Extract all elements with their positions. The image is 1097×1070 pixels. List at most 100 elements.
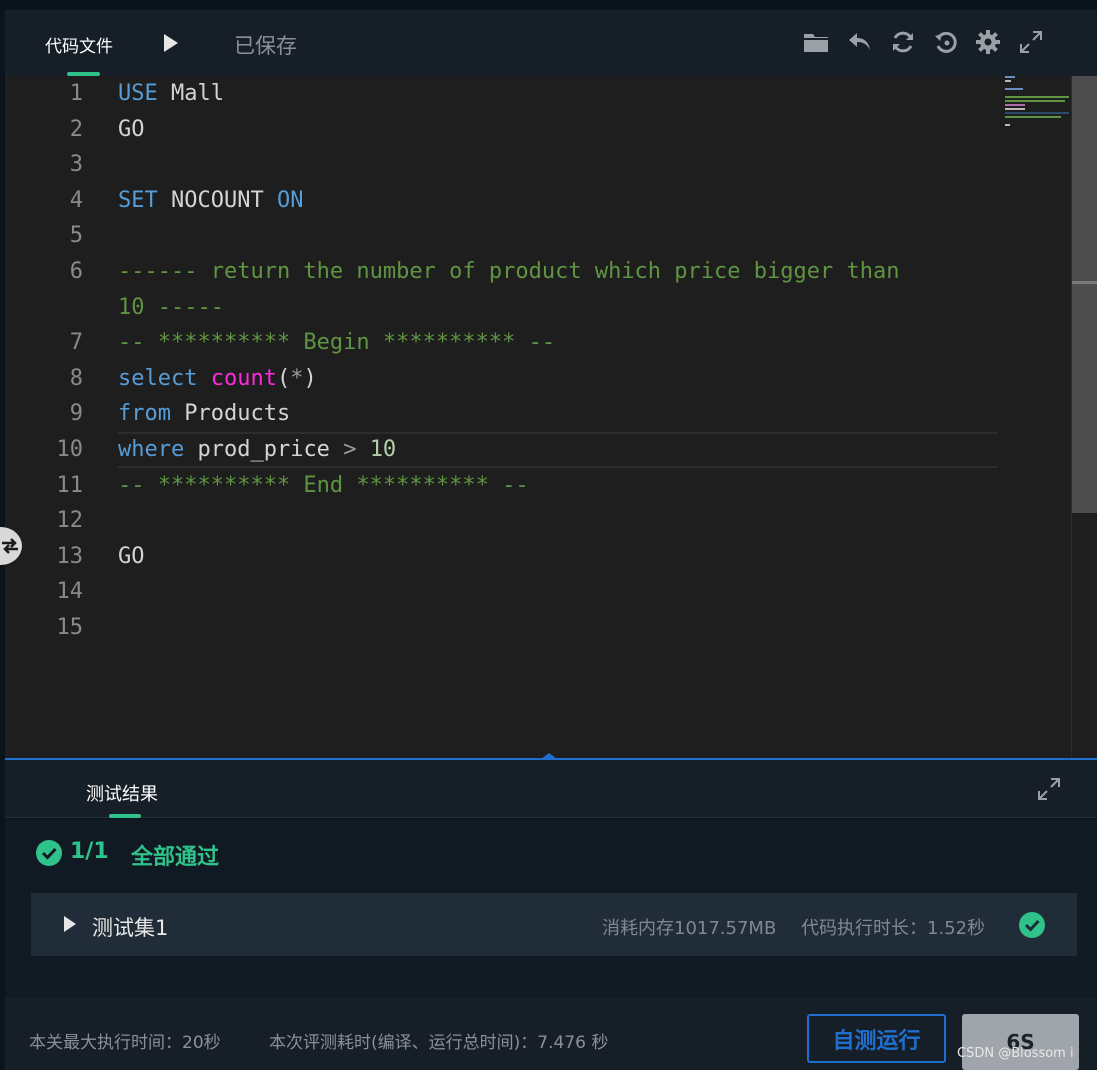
tab-code-file[interactable]: 代码文件 — [45, 32, 113, 57]
pass-count: 1/1 — [70, 839, 109, 864]
code-line[interactable]: 9 from Products — [5, 396, 1005, 432]
code-text: -- ********** Begin ********** -- — [118, 325, 555, 361]
testset-row[interactable]: 测试集1 消耗内存1017.57MB 代码执行时长：1.52秒 — [31, 893, 1077, 956]
line-number: 6 — [69, 259, 83, 284]
line-number: 14 — [56, 579, 84, 604]
results-header: 测试结果 — [5, 760, 1097, 818]
code-text: 10 ----- — [118, 290, 224, 326]
play-icon[interactable] — [161, 32, 181, 54]
settings-icon[interactable] — [974, 28, 1002, 56]
line-number: 10 — [56, 437, 84, 462]
code-token: from — [118, 401, 171, 426]
line-number: 5 — [69, 223, 83, 248]
undo-icon[interactable] — [846, 28, 874, 56]
code-token: Products — [170, 401, 291, 426]
code-token: 10 ----- — [118, 295, 224, 320]
max-exec-time: 本关最大执行时间：20秒 — [29, 1033, 221, 1053]
refresh-icon[interactable] — [889, 28, 917, 56]
line-number: 13 — [56, 544, 84, 569]
watermark: CSDN @Blossom i — [957, 1046, 1074, 1061]
code-token: ( — [276, 366, 291, 391]
swap-arrows-icon — [2, 538, 18, 554]
code-token: Mall — [157, 81, 224, 106]
expand-icon[interactable] — [1036, 776, 1062, 802]
code-line[interactable]: 1 USE Mall — [5, 76, 1005, 112]
code-token: ) — [303, 366, 317, 391]
pass-status: 全部通过 — [131, 845, 220, 870]
testset-memory: 消耗内存1017.57MB — [602, 918, 777, 939]
code-token: select — [118, 366, 198, 391]
caret-right-icon[interactable] — [63, 915, 77, 937]
code-line[interactable]: 5 — [5, 218, 1005, 254]
code-line[interactable]: 10 where prod_price > 10 — [5, 432, 1005, 468]
total-eval-time: 本次评测耗时(编译、运行总时间)：7.476 秒 — [269, 1033, 609, 1053]
line-number: 12 — [56, 508, 84, 533]
code-line[interactable]: 6 ------ return the number of product whi… — [5, 254, 1005, 290]
code-token: -- ********** Begin ********** -- — [118, 330, 556, 355]
results-tab-indicator — [109, 814, 141, 818]
save-status: 已保存 — [234, 34, 297, 58]
footer-bar: 本关最大执行时间：20秒 本次评测耗时(编译、运行总时间)：7.476 秒 自测… — [5, 997, 1097, 1070]
line-number: 11 — [56, 473, 84, 498]
code-line[interactable]: 14 — [5, 574, 1005, 610]
vertical-scrollbar[interactable] — [1072, 76, 1097, 513]
code-line[interactable]: 4 SET NOCOUNT ON — [5, 183, 1005, 219]
code-text: GO — [118, 539, 145, 575]
results-body: 1/1 全部通过 测试集1 消耗内存1017.57MB 代码执行时长：1.52秒 — [5, 819, 1097, 997]
line-number: 3 — [69, 152, 83, 177]
folder-icon[interactable] — [802, 28, 830, 56]
code-token: 10 — [369, 437, 397, 462]
code-text: -- ********** End ********** -- — [118, 468, 529, 504]
code-token: SET — [118, 188, 158, 213]
line-number: 9 — [69, 401, 83, 426]
fullscreen-icon[interactable] — [1017, 28, 1045, 56]
editor-toolbar: 代码文件 已保存 — [5, 10, 1097, 76]
line-number: 2 — [69, 117, 83, 142]
code-line[interactable]: 10 ----- — [5, 290, 1005, 326]
line-number: 15 — [56, 615, 84, 640]
code-token: where — [118, 437, 185, 462]
minimap[interactable] — [1003, 76, 1071, 146]
code-text: GO — [118, 112, 145, 148]
code-token: > — [343, 437, 357, 462]
code-text: from Products — [118, 396, 290, 432]
code-text: SET NOCOUNT ON — [118, 183, 303, 219]
code-line[interactable]: 3 — [5, 147, 1005, 183]
code-editor[interactable]: 1 USE Mall 2 GO 3 4 SET NOCOUNT ON 5 6 ------ ret… — [5, 76, 1097, 758]
line-number: 7 — [69, 330, 83, 355]
submit-countdown-button[interactable]: 6S — [962, 1014, 1079, 1070]
tab-test-results[interactable]: 测试结果 — [86, 780, 158, 806]
code-line[interactable]: 8 select count(*) — [5, 361, 1005, 397]
code-line[interactable]: 11 -- ********** End ********** -- — [5, 468, 1005, 504]
testset-name: 测试集1 — [92, 916, 169, 940]
code-token: GO — [118, 117, 145, 142]
line-number: 1 — [69, 81, 83, 106]
scrollbar-position-marker — [1072, 281, 1097, 284]
code-token: NOCOUNT — [157, 188, 277, 213]
code-line[interactable]: 2 GO — [5, 112, 1005, 148]
self-test-run-button[interactable]: 自测运行 — [807, 1014, 946, 1063]
code-token: prod_price — [184, 437, 344, 462]
code-text: where prod_price > 10 — [118, 432, 396, 468]
code-token: USE — [118, 81, 158, 106]
top-strip — [0, 0, 1097, 10]
code-text: ------ return the number of product whic… — [118, 254, 899, 290]
code-token: count — [210, 366, 277, 391]
code-text: select count(*) — [118, 361, 317, 397]
code-token: GO — [118, 544, 145, 569]
code-line[interactable]: 7 -- ********** Begin ********** -- — [5, 325, 1005, 361]
line-number: 4 — [69, 188, 83, 213]
code-line[interactable]: 12 — [5, 503, 1005, 539]
code-token: ------ return the number of product whic… — [118, 259, 900, 284]
code-line[interactable]: 15 — [5, 610, 1005, 646]
code-token: * — [290, 366, 304, 391]
code-token: ON — [276, 188, 304, 213]
check-circle-icon — [36, 840, 62, 866]
code-text: USE Mall — [118, 76, 224, 112]
restore-icon[interactable] — [932, 28, 960, 56]
line-number: 8 — [69, 366, 83, 391]
testset-exec-time: 代码执行时长：1.52秒 — [801, 918, 986, 939]
code-line[interactable]: 13 GO — [5, 539, 1005, 575]
